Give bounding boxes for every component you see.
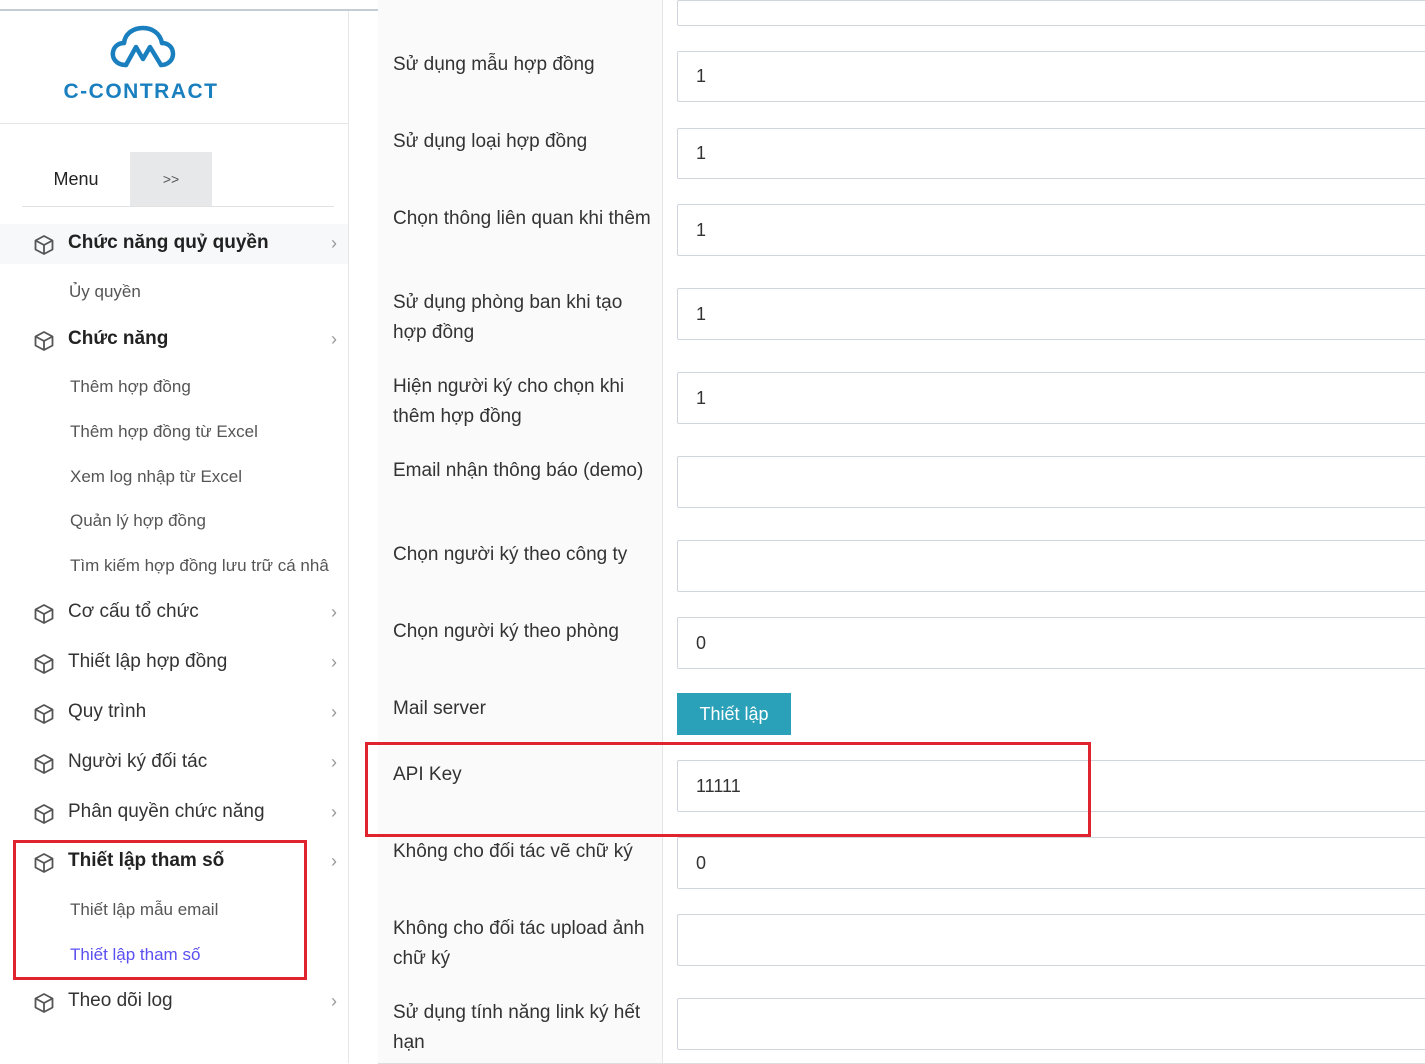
form-row: Sử dụng tính năng link ký hết hạn <box>378 986 1425 1064</box>
highlight-box-api-key <box>365 742 1091 837</box>
sidebar-item-label: Theo dõi log <box>68 990 173 1011</box>
sidebar-item-label: Cơ cấu tổ chức <box>68 601 199 622</box>
sidebar-subitem-them-hop-dong-excel[interactable]: Thêm hợp đồng từ Excel <box>70 422 348 442</box>
sidebar-item-label: Chức năng <box>68 328 169 349</box>
sidebar-item-nguoi-ky-doi-tac[interactable]: Người ký đối tác › <box>0 743 348 783</box>
form-label-cell: Sử dụng tính năng link ký hết hạn <box>378 986 663 1063</box>
text-field[interactable] <box>677 837 1425 889</box>
form-row: Chọn người ký theo công ty <box>378 528 1425 606</box>
logo[interactable]: C-CONTRACT <box>0 11 348 124</box>
text-field[interactable] <box>677 204 1425 256</box>
cube-icon <box>34 654 54 674</box>
form-row: Sử dụng loại hợp đồng <box>378 115 1425 193</box>
form-label-cell: Sử dụng phòng ban khi tạo hợp đồng <box>378 276 663 360</box>
text-field[interactable] <box>677 0 1425 26</box>
cube-icon <box>34 235 54 255</box>
sidebar-item-thiet-lap-hop-dong[interactable]: Thiết lập hợp đồng › <box>0 643 348 683</box>
text-field[interactable] <box>677 540 1425 592</box>
form-label: Hiện người ký cho chọn khi thêm hợp đồng <box>393 376 625 427</box>
cube-icon <box>34 754 54 774</box>
form-label-cell: Không cho đối tác upload ảnh chữ ký <box>378 902 663 986</box>
sidebar-item-chuc-nang[interactable]: Chức năng › <box>0 320 348 360</box>
sidebar-item-label: Người ký đối tác <box>68 751 208 772</box>
chevron-right-icon: › <box>331 802 337 822</box>
sidebar-item-label: Chức năng quỷ quyền <box>68 232 269 253</box>
text-field[interactable] <box>677 617 1425 669</box>
form-label: Chọn thông liên quan khi thêm <box>393 208 651 229</box>
form-label-cell: Chọn người ký theo công ty <box>378 528 663 605</box>
chevron-right-icon: › <box>331 329 337 349</box>
chevron-right-icon: › <box>331 991 337 1011</box>
sidebar-subitem-uy-quyen[interactable]: Ủy quyền <box>69 282 347 302</box>
form-label-cell: Chọn người ký theo phòng <box>378 605 663 682</box>
form-row: Hiện người ký cho chọn khi thêm hợp đồng <box>378 360 1425 445</box>
logo-text: C-CONTRACT <box>63 80 219 103</box>
highlight-box-sidebar <box>13 840 307 980</box>
sidebar-item-label: Quy trình <box>68 701 147 722</box>
form-label-cell: Mail server <box>378 682 663 748</box>
sidebar-item-label: Thiết lập hợp đồng <box>68 651 228 672</box>
menu-tabs: Menu >> <box>22 152 334 207</box>
form-row: Chọn thông liên quan khi thêm <box>378 192 1425 277</box>
form-label-cell: Sử dụng loại hợp đồng <box>378 115 663 192</box>
cube-icon <box>34 993 54 1013</box>
chevron-right-icon: › <box>331 851 337 871</box>
sidebar-item-phan-quyen-chuc-nang[interactable]: Phân quyền chức năng › <box>0 793 348 833</box>
sidebar-subitem-them-hop-dong[interactable]: Thêm hợp đồng <box>70 377 348 397</box>
form-row: Email nhận thông báo (demo) <box>378 444 1425 529</box>
sidebar-item-theo-doi-log[interactable]: Theo dõi log › <box>0 982 348 1022</box>
chevron-right-icon: › <box>331 602 337 622</box>
text-field[interactable] <box>677 51 1425 102</box>
form-label: Email nhận thông báo (demo) <box>393 460 644 481</box>
form-row-partial <box>378 0 1425 39</box>
sidebar-item-quy-trinh[interactable]: Quy trình › <box>0 693 348 733</box>
form-label: Sử dụng phòng ban khi tạo hợp đồng <box>393 292 623 343</box>
form-row: Mail server Thiết lập <box>378 682 1425 749</box>
form-row: Chọn người ký theo phòng <box>378 605 1425 683</box>
form-row: Sử dụng phòng ban khi tạo hợp đồng <box>378 276 1425 361</box>
cube-icon <box>34 604 54 624</box>
chevron-right-icon: › <box>331 233 337 253</box>
sidebar-subitem-tim-kiem-hop-dong[interactable]: Tìm kiếm hợp đồng lưu trữ cá nhâ <box>70 556 348 576</box>
text-field[interactable] <box>677 456 1425 508</box>
form-label: Sử dụng loại hợp đồng <box>393 131 588 152</box>
text-field[interactable] <box>677 128 1425 179</box>
mail-server-setup-button[interactable]: Thiết lập <box>677 693 791 735</box>
form-label: Chọn người ký theo phòng <box>393 621 619 642</box>
form-label: Mail server <box>393 698 486 719</box>
cube-icon <box>34 331 54 351</box>
sidebar-item-co-cau-to-chuc[interactable]: Cơ cấu tổ chức › <box>0 593 348 633</box>
settings-form: Sử dụng mẫu hợp đồng Sử dụng loại hợp đồ… <box>378 0 1425 1064</box>
tab-menu[interactable]: Menu <box>22 152 130 206</box>
text-field[interactable] <box>677 372 1425 424</box>
form-label: Không cho đối tác upload ảnh chữ ký <box>393 918 645 969</box>
form-label-cell <box>378 0 663 38</box>
chevron-right-icon: › <box>331 702 337 722</box>
cloud-logo-icon <box>110 25 176 68</box>
form-row: Không cho đối tác upload ảnh chữ ký <box>378 902 1425 987</box>
form-label-cell: Hiện người ký cho chọn khi thêm hợp đồng <box>378 360 663 444</box>
sidebar-item-chuc-nang-quy-quyen[interactable]: Chức năng quỷ quyền › <box>0 224 348 264</box>
form-row: Sử dụng mẫu hợp đồng <box>378 38 1425 116</box>
form-label: Không cho đối tác vẽ chữ ký <box>393 841 633 862</box>
cube-icon <box>34 704 54 724</box>
chevron-right-icon: › <box>331 652 337 672</box>
text-field[interactable] <box>677 914 1425 966</box>
sidebar-subitem-xem-log-excel[interactable]: Xem log nhập từ Excel <box>70 467 348 487</box>
text-field[interactable] <box>677 288 1425 340</box>
sidebar-item-label: Phân quyền chức năng <box>68 801 265 822</box>
form-label: Sử dụng tính năng link ký hết hạn <box>393 1002 641 1053</box>
tab-expand[interactable]: >> <box>130 152 212 206</box>
chevron-right-icon: › <box>331 752 337 772</box>
text-field[interactable] <box>677 998 1425 1050</box>
form-label: Chọn người ký theo công ty <box>393 544 628 565</box>
form-label-cell: Sử dụng mẫu hợp đồng <box>378 38 663 115</box>
form-label-cell: Chọn thông liên quan khi thêm <box>378 192 663 276</box>
form-label: Sử dụng mẫu hợp đồng <box>393 54 595 75</box>
form-label-cell: Email nhận thông báo (demo) <box>378 444 663 528</box>
sidebar-subitem-quan-ly-hop-dong[interactable]: Quản lý hợp đồng <box>70 511 348 531</box>
cube-icon <box>34 804 54 824</box>
